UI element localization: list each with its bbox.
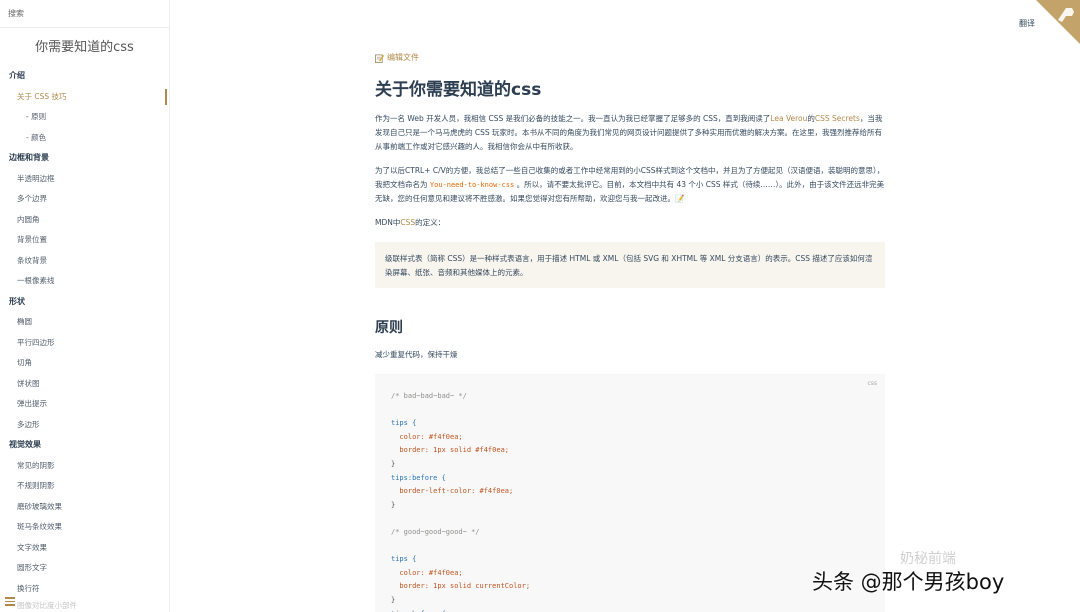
code-language-label: css	[867, 380, 877, 387]
code-line: border: 1px solid currentColor;	[391, 582, 531, 591]
code-line: tips {	[391, 555, 417, 564]
nav-section-borders: 边框和背景	[9, 153, 49, 162]
translate-link[interactable]: 翻译	[1019, 18, 1035, 29]
mdn-quote: 级联样式表（简称 CSS）是一种样式表语言，用于描述 HTML 或 XML（包括…	[375, 242, 885, 288]
css-secrets-link[interactable]: CSS Secrets	[815, 114, 860, 123]
sidebar: 搜索 你需要知道的css 介绍 关于 CSS 技巧 - 原则 - 颜色 边框和背…	[0, 0, 170, 612]
doc-name-code: You-need-to-know-css	[429, 181, 515, 189]
sidebar-item[interactable]: 平行四边形	[0, 333, 169, 354]
code-line: tips {	[391, 419, 417, 428]
sidebar-item[interactable]: 常见的阴影	[0, 456, 169, 477]
code-line: /* bad~bad~bad~ */	[391, 392, 467, 400]
sidebar-item[interactable]: 文字效果	[0, 538, 169, 559]
sidebar-item[interactable]: 内圆角	[0, 210, 169, 231]
code-line: }	[391, 500, 396, 509]
app-name[interactable]: 你需要知道的css	[0, 40, 169, 56]
sidebar-item[interactable]: 换行符	[0, 579, 169, 600]
sidebar-item-about-css[interactable]: 关于 CSS 技巧	[0, 87, 169, 108]
sidebar-item[interactable]: 切角	[0, 353, 169, 374]
sidebar-subitem-principles[interactable]: - 原则	[0, 107, 169, 128]
sidebar-item[interactable]: 弹出提示	[0, 394, 169, 415]
section-title-principles: 原则	[375, 320, 403, 336]
sidebar-subitem-colors[interactable]: - 颜色	[0, 128, 169, 149]
mdn-paragraph: MDN中CSS的定义：	[375, 218, 446, 227]
purpose-paragraph: 为了以后CTRL+ C/V的方便，我总结了一些自己收集的或者工作中经常用到的小C…	[375, 166, 885, 203]
code-line: color: #f4f0ea;	[391, 432, 463, 441]
sidebar-nav: 介绍 关于 CSS 技巧 - 原则 - 颜色 边框和背景 半透明边框 多个边界 …	[0, 66, 169, 612]
sidebar-item[interactable]: 背景位置	[0, 230, 169, 251]
sidebar-item[interactable]: 斑马条纹效果	[0, 517, 169, 538]
code-line: color: #f4f0ea;	[391, 568, 463, 577]
sidebar-item[interactable]: 一根像素线	[0, 271, 169, 292]
github-corner-icon[interactable]	[1036, 0, 1080, 44]
code-line: border-left-color: #f4f0ea;	[391, 487, 514, 496]
code-line: border: 1px solid #f4f0ea;	[391, 446, 510, 455]
sidebar-item[interactable]: 圆形文字	[0, 558, 169, 579]
section-description: 减少重复代码，保持干燥	[375, 350, 458, 359]
sidebar-item-faded[interactable]: 图像对比度小部件	[0, 599, 169, 612]
edit-icon	[375, 54, 384, 63]
menu-toggle-icon[interactable]	[5, 597, 15, 606]
css-link[interactable]: CSS	[400, 218, 415, 227]
nav-section-visual-effects: 视觉效果	[9, 440, 41, 449]
sidebar-item[interactable]: 条纹背景	[0, 251, 169, 272]
sidebar-item[interactable]: 多边形	[0, 415, 169, 436]
lea-verou-link[interactable]: Lea Verou	[770, 114, 807, 123]
nav-section-shapes: 形状	[9, 296, 25, 306]
code-line: }	[391, 595, 396, 604]
sidebar-item[interactable]: 不规则阴影	[0, 476, 169, 497]
nav-section-intro: 介绍	[9, 71, 25, 80]
wechat-watermark: 奶秘前端	[900, 551, 956, 567]
code-content: /* bad~bad~bad~ */ tips { color: #f4f0ea…	[391, 390, 869, 612]
edit-file-link[interactable]: 编辑文件	[375, 52, 885, 64]
code-line: tips:before {	[391, 473, 446, 482]
code-line: }	[391, 459, 396, 468]
code-line: /* good~good~good~ */	[391, 527, 480, 536]
sidebar-item[interactable]: 半透明边框	[0, 169, 169, 190]
edit-file-label: 编辑文件	[387, 53, 419, 62]
search-input[interactable]: 搜索	[0, 0, 169, 28]
code-block: css /* bad~bad~bad~ */ tips { color: #f4…	[375, 374, 885, 612]
page-title: 关于你需要知道的css	[375, 80, 542, 100]
intro-paragraph: 作为一名 Web 开发人员，我相信 CSS 是我们必备的技能之一。我一直认为我已…	[375, 114, 883, 151]
sidebar-item[interactable]: 饼状图	[0, 374, 169, 395]
sidebar-item[interactable]: 椭圆	[0, 312, 169, 333]
sidebar-item[interactable]: 磨砂玻璃效果	[0, 497, 169, 518]
sidebar-item[interactable]: 多个边界	[0, 189, 169, 210]
main-content: 编辑文件 关于你需要知道的css 作为一名 Web 开发人员，我相信 CSS 是…	[375, 52, 885, 612]
toutiao-watermark: 头条 @那个男孩boy	[812, 570, 1005, 594]
